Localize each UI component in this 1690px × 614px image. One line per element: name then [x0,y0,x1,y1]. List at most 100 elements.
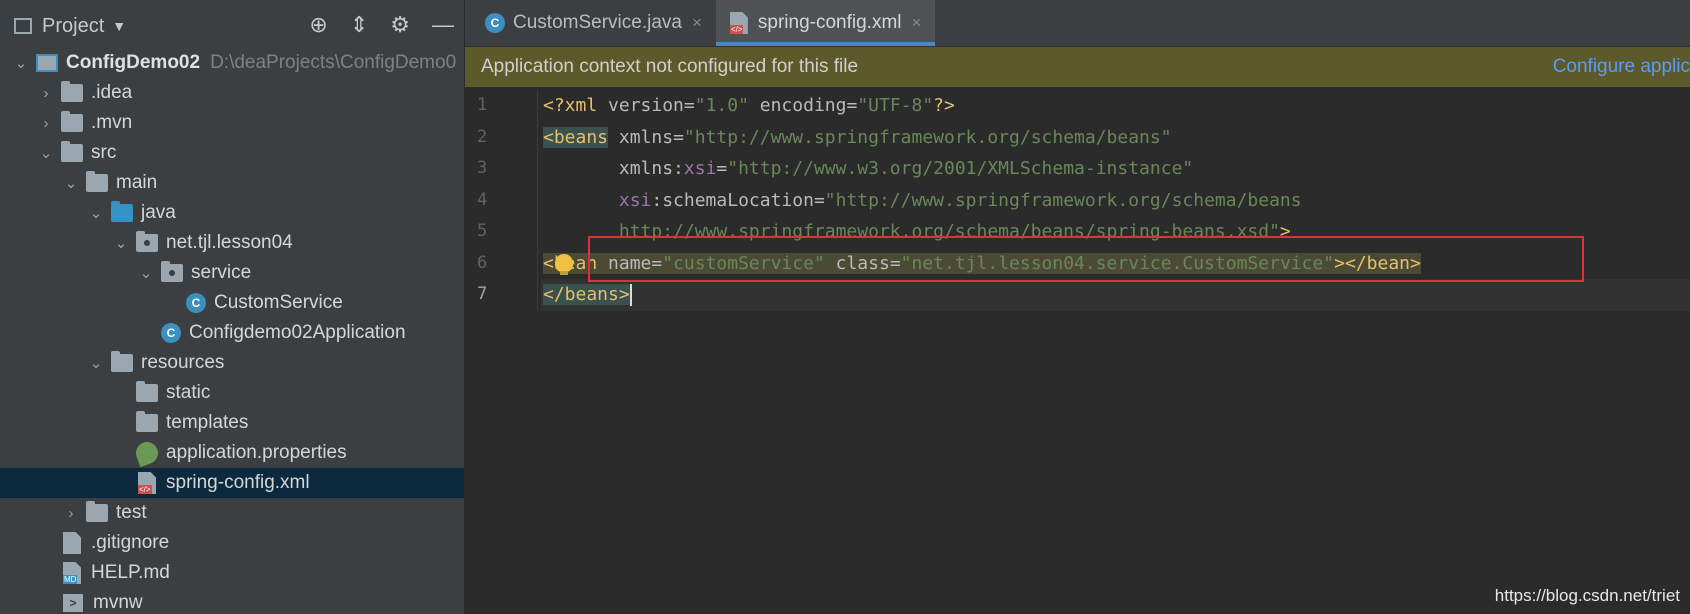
tree-item[interactable]: ⌄ main [0,168,464,198]
code-line-7[interactable]: </beans> [541,279,1690,311]
module-icon [36,54,58,72]
token: xsi [683,158,717,179]
code-line-4[interactable]: xsi:schemaLocation="http://www.springfra… [541,185,1690,217]
code-line-3[interactable]: xmlns:xsi="http://www.w3.org/2001/XMLSch… [541,153,1690,185]
tree-item-label: resources [141,352,225,373]
tree-item[interactable]: › .mvn [0,108,464,138]
spring-properties-icon [132,438,162,468]
file-icon [63,532,81,554]
tree-item[interactable]: ⌄ service [0,258,464,288]
token: :schemaLocation [651,189,814,211]
code-line-2[interactable]: <beans xmlns="http://www.springframework… [541,122,1690,154]
tree-item-label: src [91,142,117,163]
token: = [673,126,684,148]
line-number: 4 [477,189,488,210]
chevron-down-icon[interactable]: ⌄ [12,54,30,72]
package-icon [161,261,183,282]
xml-file-icon [138,472,156,494]
source-folder-icon [111,201,133,222]
ide-window: Project ▼ ⊕ ⇕ ⚙ — ⌄ ConfigDemo02 D:\deaPro… [0,0,1690,614]
tree-item-label: .mvn [91,112,133,133]
tree-item-label: templates [166,412,249,433]
watermark: https://blog.csdn.net/triet [1494,586,1680,605]
xml-file-icon [729,12,748,34]
editor-tabs: C CustomService.java × spring-config.xml… [465,0,1690,47]
tree-item[interactable]: C Configdemo02Application [0,318,464,348]
folder-icon [61,111,83,132]
chevron-down-icon[interactable]: ⌄ [62,174,80,192]
tree-item[interactable]: > mvnw [0,588,464,614]
project-tree: ⌄ ConfigDemo02 D:\deaProjects\ConfigDemo0 ›… [0,48,464,614]
chevron-down-icon[interactable]: ⌄ [87,354,105,372]
tree-item[interactable]: C CustomService [0,288,464,318]
tree-item[interactable]: templates [0,408,464,438]
tree-item-label: static [166,382,211,403]
chevron-down-icon[interactable]: ⌄ [87,204,105,222]
line-number-gutter: 1 2 3 4 5 6 7 [465,90,541,311]
tree-item[interactable]: ⌄ net.tjl.lesson04 [0,228,464,258]
token: = [716,158,728,179]
class-icon: C [186,293,206,313]
token: = [683,95,695,116]
folder-icon [136,411,158,432]
tree-item[interactable]: ⌄ resources [0,348,464,378]
project-panel-header[interactable]: Project ▼ ⊕ ⇕ ⚙ — [0,0,464,52]
class-icon: C [161,323,181,343]
tab-customservice-java[interactable]: C CustomService.java × [465,0,716,46]
markdown-file-icon [63,562,81,584]
project-panel-title: Project [42,14,105,37]
minimize-icon[interactable]: — [432,12,454,38]
chevron-down-icon[interactable]: ⌄ [37,144,55,162]
sidebar-toolbar: ⊕ ⇕ ⚙ — [309,12,454,38]
chevron-down-icon[interactable]: ▼ [112,18,126,34]
collapse-all-icon[interactable]: ⇕ [350,12,368,38]
tree-item-label: CustomService [214,292,343,313]
banner-message: Application context not configured for t… [481,56,859,77]
folder-icon [86,501,108,522]
tree-item-label: mvnw [93,592,143,613]
tab-label: spring-config.xml [757,12,902,33]
lightbulb-icon[interactable] [555,254,573,275]
tree-item-label: HELP.md [91,562,170,583]
editor-area: C CustomService.java × spring-config.xml… [465,0,1690,614]
chevron-down-icon[interactable]: ⌄ [137,264,155,282]
close-icon[interactable]: × [912,13,922,33]
token: = [813,189,825,211]
tree-item[interactable]: › test [0,498,464,528]
tree-item[interactable]: static [0,378,464,408]
project-sidebar: Project ▼ ⊕ ⇕ ⚙ — ⌄ ConfigDemo02 D:\deaPro… [0,0,465,614]
folder-icon [136,381,158,402]
tree-item[interactable]: HELP.md [0,558,464,588]
token: = [846,95,858,116]
tree-item[interactable]: ⌄ java [0,198,464,228]
line-number: 3 [477,158,488,178]
line-number: 6 [477,252,488,273]
gear-icon[interactable]: ⚙ [390,12,410,38]
code-line-1[interactable]: <?xml version="1.0" encoding="UTF-8"?> [541,90,1690,122]
close-icon[interactable]: × [692,13,702,33]
locate-icon[interactable]: ⊕ [309,12,327,38]
token: encoding [748,95,847,116]
token: xmlns: [543,158,684,179]
chevron-right-icon[interactable]: › [62,505,80,522]
configure-application-context-link[interactable]: Configure applic [1553,56,1690,78]
tree-item-label: service [191,262,252,283]
chevron-right-icon[interactable]: › [37,115,55,132]
tree-item[interactable]: ⌄ src [0,138,464,168]
chevron-down-icon[interactable]: ⌄ [112,234,130,252]
chevron-right-icon[interactable]: › [37,85,55,102]
tree-item[interactable]: .gitignore [0,528,464,558]
tree-item[interactable]: spring-config.xml [0,468,464,498]
folder-icon [86,171,108,192]
tree-item[interactable]: › .idea [0,78,464,108]
tree-item[interactable]: ⌄ ConfigDemo02 D:\deaProjects\ConfigDemo0 [0,48,464,78]
token: "UTF-8" [857,95,934,116]
token: "http://www.springframework.org/schema/b… [683,126,1172,148]
tab-spring-config-xml[interactable]: spring-config.xml × [715,0,936,46]
tree-item-label: application.properties [166,442,347,463]
token: xmlns [608,126,674,148]
token: </beans> [543,284,630,305]
tree-item[interactable]: application.properties [0,438,464,468]
line-number: 5 [477,221,488,241]
class-icon: C [485,13,505,33]
